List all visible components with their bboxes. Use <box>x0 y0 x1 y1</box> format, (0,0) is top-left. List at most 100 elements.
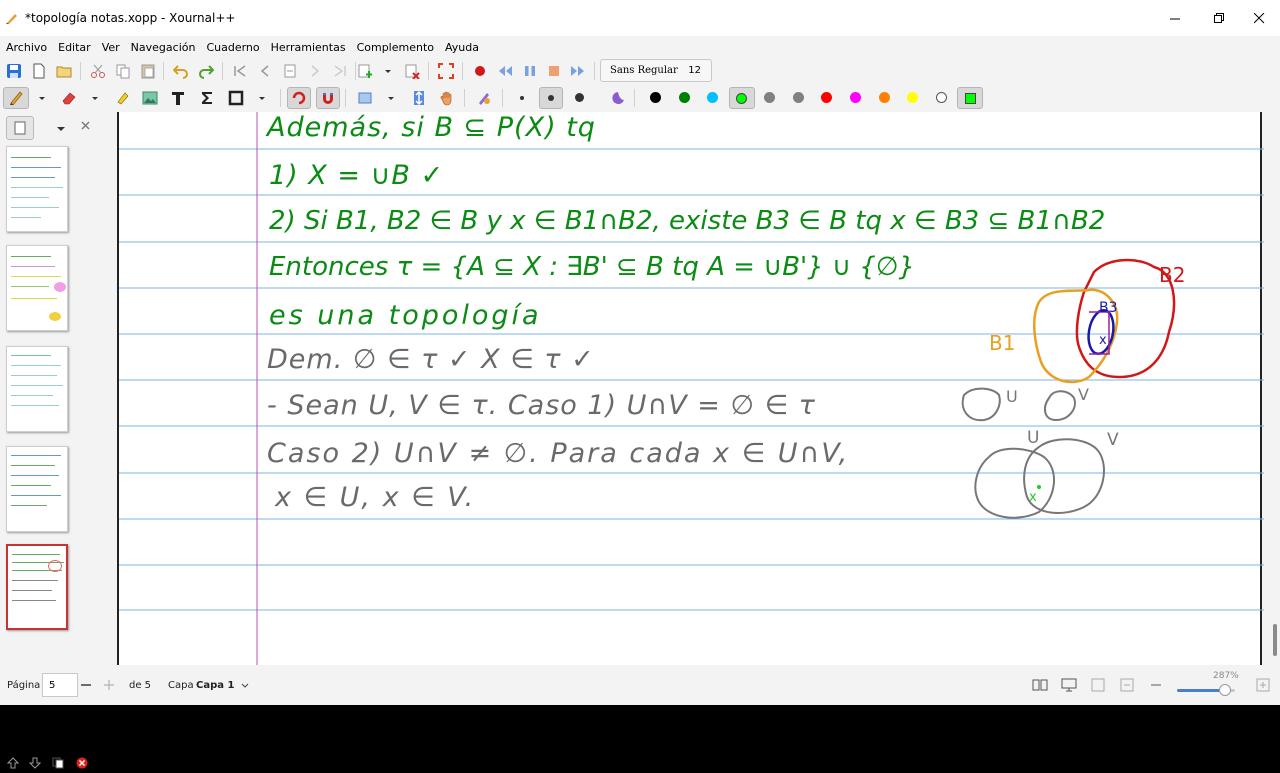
hand-tool-button[interactable] <box>436 87 458 109</box>
first-page-button[interactable] <box>229 60 251 82</box>
vertical-scrollbar[interactable] <box>1266 112 1280 665</box>
redo-button[interactable] <box>195 60 217 82</box>
rewind-button[interactable] <box>494 60 516 82</box>
thickness-medium-button[interactable] <box>539 87 563 109</box>
new-page-dropdown[interactable] <box>377 60 399 82</box>
delete-page-button[interactable] <box>401 60 423 82</box>
page-thumbnail-5[interactable] <box>6 544 68 630</box>
page-decrement-button[interactable] <box>80 665 94 705</box>
page-thumbnail-1[interactable] <box>6 146 68 232</box>
menu-archivo[interactable]: Archivo <box>0 41 52 54</box>
text-tool-button[interactable] <box>167 87 189 109</box>
menu-complemento[interactable]: Complemento <box>351 41 439 54</box>
page-thumbnail-3[interactable] <box>6 346 68 432</box>
color-green-button[interactable] <box>674 87 696 109</box>
color-red-button[interactable] <box>816 87 838 109</box>
page-thumbnail-2[interactable] <box>6 245 68 331</box>
new-page-button[interactable] <box>354 60 376 82</box>
zoom-fit-icon[interactable] <box>1090 677 1106 693</box>
font-selector-button[interactable]: Sans Regular 12 <box>600 59 712 82</box>
eraser-tool-button[interactable] <box>58 87 80 109</box>
stop-button[interactable] <box>543 60 565 82</box>
layer-dropdown-icon[interactable] <box>240 665 250 705</box>
sidebar-close-button[interactable] <box>80 120 92 132</box>
first-page-icon <box>234 65 246 77</box>
chevron-down-icon <box>39 97 45 100</box>
pen-options-dropdown[interactable] <box>31 87 53 109</box>
zoom-100-icon[interactable] <box>1119 677 1135 693</box>
color-black-button[interactable] <box>645 87 667 109</box>
save-button[interactable] <box>3 60 25 82</box>
next-page-button[interactable] <box>304 60 326 82</box>
color-gray2-button[interactable] <box>788 87 810 109</box>
copy-page-button[interactable] <box>49 753 67 773</box>
document-canvas[interactable]: Además, si B ⊆ P(X) tq 1) X = ∪B ✓ 2) Si… <box>117 112 1264 665</box>
custom-color-button[interactable] <box>957 87 983 109</box>
shape-tool-button[interactable] <box>225 87 247 109</box>
menu-ver[interactable]: Ver <box>96 41 125 54</box>
default-tool-button[interactable] <box>473 87 495 109</box>
latex-tool-button[interactable] <box>196 87 218 109</box>
menu-herramientas[interactable]: Herramientas <box>265 41 351 54</box>
thickness-fine-button[interactable] <box>511 87 533 109</box>
goto-page-button[interactable] <box>279 60 301 82</box>
menu-ayuda[interactable]: Ayuda <box>439 41 484 54</box>
fill-button[interactable] <box>607 87 629 109</box>
zoom-slider-track[interactable] <box>1177 684 1235 696</box>
ruler-snap-button[interactable] <box>287 87 311 109</box>
zoom-out-icon[interactable] <box>1148 677 1164 693</box>
highlighter-tool-button[interactable] <box>111 87 133 109</box>
delete-page-sidebar-button[interactable] <box>73 753 91 773</box>
shape-options-dropdown[interactable] <box>251 87 273 109</box>
label-x2: x <box>1029 490 1037 505</box>
record-icon <box>475 66 485 76</box>
color-orange-button[interactable] <box>874 87 896 109</box>
menu-editar[interactable]: Editar <box>52 41 96 54</box>
move-page-down-button[interactable] <box>26 753 44 773</box>
paste-button[interactable] <box>137 60 159 82</box>
select-rect-button[interactable] <box>354 87 376 109</box>
vertical-space-button[interactable] <box>408 87 430 109</box>
undo-button[interactable] <box>170 60 192 82</box>
color-yellow-button[interactable] <box>902 87 924 109</box>
eraser-options-dropdown[interactable] <box>84 87 106 109</box>
cut-button[interactable] <box>87 60 109 82</box>
copy-button[interactable] <box>112 60 134 82</box>
color-gray-button[interactable] <box>759 87 781 109</box>
menu-navegacion[interactable]: Navegación <box>125 41 201 54</box>
select-options-dropdown[interactable] <box>380 87 402 109</box>
move-page-up-button[interactable] <box>4 753 22 773</box>
open-button[interactable] <box>53 60 75 82</box>
close-window-button[interactable] <box>1236 0 1280 36</box>
pen-tool-button[interactable] <box>3 87 29 109</box>
page-thumbnail-4[interactable] <box>6 446 68 532</box>
zoom-in-icon[interactable] <box>1255 677 1271 693</box>
thickness-thick-button[interactable] <box>569 87 591 109</box>
layer-selector[interactable]: Capa 1 <box>196 665 234 705</box>
minimize-button[interactable] <box>1152 0 1198 36</box>
grid-snap-button[interactable] <box>316 87 340 109</box>
color-lightblue-button[interactable] <box>702 87 724 109</box>
fast-forward-button[interactable] <box>567 60 589 82</box>
fullscreen-button[interactable] <box>435 60 457 82</box>
color-lightgreen-button[interactable] <box>729 87 755 109</box>
sidebar-dropdown[interactable] <box>54 120 68 134</box>
color-white-button[interactable] <box>931 87 953 109</box>
new-document-button[interactable] <box>28 60 50 82</box>
previous-page-button[interactable] <box>254 60 276 82</box>
color-magenta-button[interactable] <box>845 87 867 109</box>
pause-button[interactable] <box>519 60 541 82</box>
zoom-slider-handle[interactable] <box>1219 684 1231 696</box>
scrollbar-thumb[interactable] <box>1273 624 1277 656</box>
paired-pages-icon[interactable] <box>1032 677 1048 693</box>
menu-cuaderno[interactable]: Cuaderno <box>200 41 264 54</box>
page-number-input[interactable]: 5 <box>42 673 78 697</box>
image-tool-button[interactable] <box>139 87 161 109</box>
sidebar-view-button[interactable] <box>6 116 34 140</box>
record-button[interactable] <box>469 60 491 82</box>
presentation-mode-icon[interactable] <box>1061 677 1077 693</box>
page-increment-button[interactable] <box>103 665 117 705</box>
sidebar-divider[interactable] <box>100 112 118 665</box>
last-page-button[interactable] <box>329 60 351 82</box>
status-bar: Página 5 de 5 Capa Capa 1 287% <box>0 665 1280 705</box>
